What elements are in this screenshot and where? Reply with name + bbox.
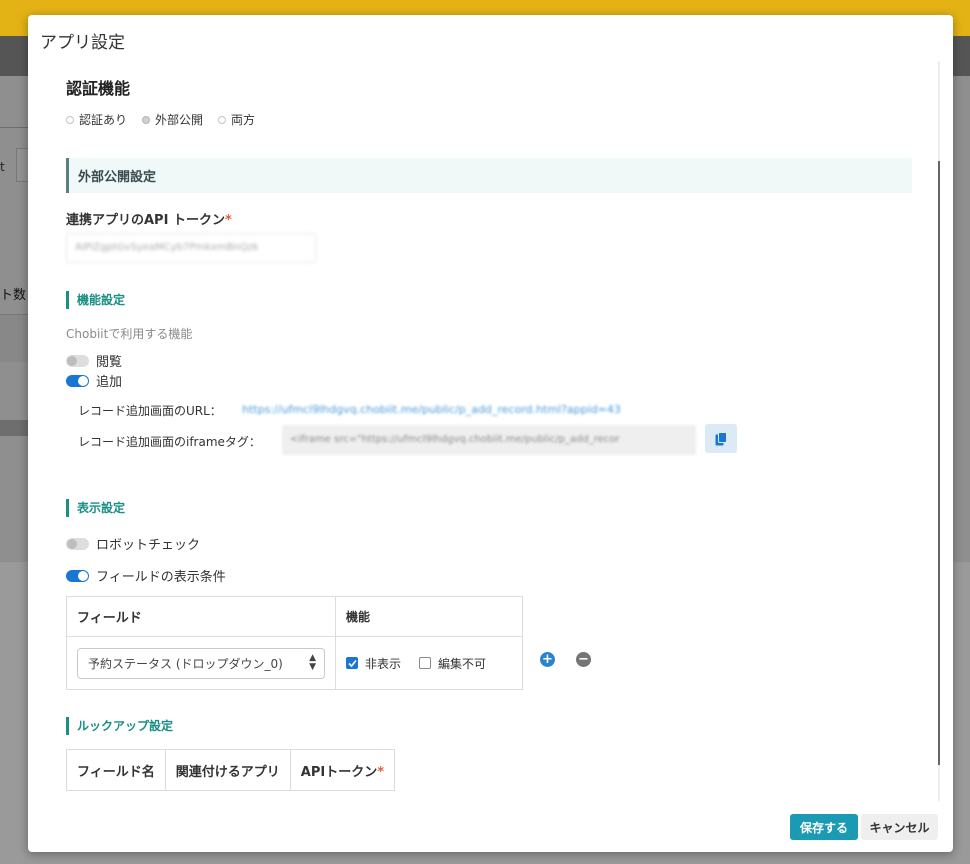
lookup-heading: ルックアップ設定: [66, 717, 173, 735]
auth-radio-authenticated[interactable]: [66, 115, 74, 124]
lookup-table: フィールド名 関連付けるアプリ APIトークン*: [66, 749, 396, 791]
auth-radio-public[interactable]: [142, 115, 151, 124]
add-toggle[interactable]: [66, 374, 89, 387]
robot-check-label: ロボットチェック: [96, 538, 201, 553]
lookup-table-wrap: フィールド名 関連付けるアプリ APIトークン*: [66, 749, 396, 791]
field-condition-toggle-row: フィールドの表示条件: [66, 566, 226, 585]
field-condition-label: フィールドの表示条件: [96, 570, 226, 585]
features-heading: 機能設定: [66, 291, 125, 309]
robot-toggle-row: ロボットチェック: [66, 534, 200, 553]
table-header-row: フィールド名 関連付けるアプリ APIトークン*: [66, 749, 396, 791]
add-toggle-label: 追加: [96, 375, 123, 390]
column-header-field: フィールド: [66, 596, 336, 637]
auth-radio-label: 認証あり: [79, 113, 128, 127]
add-row-button[interactable]: +: [540, 652, 555, 667]
save-button[interactable]: 保存する: [790, 814, 858, 840]
minus-icon: −: [578, 652, 589, 667]
no-edit-checkbox-label: 編集不可: [438, 656, 487, 671]
modal-content: 認証機能 認証あり 外部公開 両方 外部公開設定 連携アプリのAPI トークン*…: [66, 15, 914, 805]
hide-checkbox[interactable]: [346, 657, 358, 669]
app-left-count-label: ト数: [0, 288, 27, 303]
no-edit-checkbox[interactable]: [419, 657, 432, 669]
toggle-knob: [78, 570, 88, 581]
cancel-button[interactable]: キャンセル: [861, 814, 938, 840]
auth-radio-label: 外部公開: [155, 113, 204, 127]
field-condition-toggle[interactable]: [66, 569, 89, 582]
auth-heading: 認証機能: [66, 79, 131, 98]
table-header-row: フィールド 機能: [66, 596, 523, 637]
view-toggle-label: 閲覧: [96, 355, 123, 370]
api-token-label-text: 連携アプリのAPI トークン: [66, 213, 225, 228]
add-record-url-label: レコード追加画面のURL：: [78, 404, 222, 418]
field-select-value: 予約ステータス (ドロップダウン_0): [88, 656, 283, 671]
toggle-knob: [78, 375, 88, 386]
toggle-knob: [67, 538, 77, 549]
toggle-knob: [67, 355, 77, 366]
function-checkboxes: 非表示 編集不可: [346, 655, 512, 672]
app-left-scrollbar: [0, 420, 30, 436]
app-left-row: [0, 98, 30, 128]
select-arrows-icon: ▲ ▼: [309, 653, 316, 672]
field-select[interactable]: 予約ステータス (ドロップダウン_0) ▲ ▼: [77, 647, 325, 679]
api-token-label: 連携アプリのAPI トークン*: [66, 209, 232, 228]
table-row: 予約ステータス (ドロップダウン_0) ▲ ▼ 非表示 編集不可: [66, 636, 523, 690]
auth-radio-group: 認証あり 外部公開 両方: [66, 111, 270, 128]
auth-radio-label: 両方: [231, 113, 256, 127]
check-icon: [347, 659, 357, 667]
field-condition-table: フィールド 機能 予約ステータス (ドロップダウン_0) ▲ ▼ 非表示 編集不…: [66, 596, 523, 690]
plus-icon: +: [542, 652, 553, 667]
hide-checkbox-label: 非表示: [365, 656, 402, 671]
api-token-header-text: APIトークン: [300, 764, 378, 780]
function-cell: 非表示 編集不可: [335, 636, 523, 690]
external-section-header: 外部公開設定: [66, 158, 912, 193]
app-settings-modal: アプリ設定 認証機能 認証あり 外部公開 両方 外部公開設定 連携アプリのAPI…: [28, 15, 953, 852]
features-description: Chobiitで利用する機能: [66, 327, 193, 341]
copy-icon: [715, 431, 727, 445]
iframe-tag-label: レコード追加画面のiframeタグ：: [78, 435, 261, 449]
column-header-field-name: フィールド名: [66, 749, 166, 791]
auth-radio-both[interactable]: [218, 115, 227, 124]
add-record-url-link[interactable]: https://ufmcl9lhdgvq.chobiit.me/public/p…: [242, 403, 621, 416]
app-left-mark: t: [0, 160, 5, 174]
copy-iframe-button[interactable]: [705, 424, 737, 453]
app-left-block: [0, 314, 30, 362]
view-toggle-row: 閲覧: [66, 351, 122, 370]
column-header-function: 機能: [335, 596, 523, 637]
robot-check-toggle[interactable]: [66, 537, 89, 550]
column-header-related-app: 関連付けるアプリ: [164, 749, 291, 791]
api-token-input[interactable]: AIPiZgptGvSyeaMCyb7PmkxmBnQzk: [66, 233, 316, 263]
view-toggle[interactable]: [66, 354, 89, 367]
required-mark: *: [377, 764, 385, 780]
field-condition-table-wrap: フィールド 機能 予約ステータス (ドロップダウン_0) ▲ ▼ 非表示 編集不…: [66, 596, 523, 690]
column-header-api-token: APIトークン*: [289, 749, 396, 791]
modal-scrollbar-thumb[interactable]: [938, 161, 940, 765]
iframe-tag-field[interactable]: <iframe src="https://ufmcl9lhdgvq.chobii…: [282, 425, 696, 455]
add-toggle-row: 追加: [66, 371, 122, 390]
remove-row-button[interactable]: −: [576, 652, 591, 667]
field-select-cell: 予約ステータス (ドロップダウン_0) ▲ ▼: [66, 636, 336, 690]
display-heading: 表示設定: [66, 499, 125, 517]
required-mark: *: [224, 213, 232, 228]
